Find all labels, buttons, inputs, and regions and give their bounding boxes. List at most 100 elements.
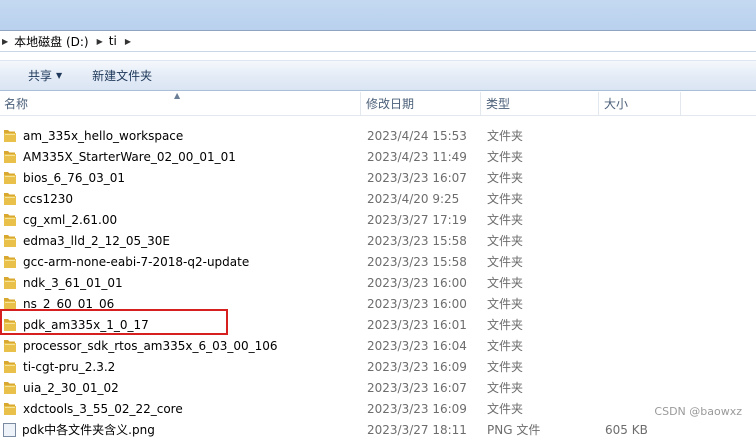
file-type: 文件夹 xyxy=(487,255,524,269)
column-header-modified-label: 修改日期 xyxy=(366,97,415,111)
column-header-row: ▲ 名称 修改日期 类型 大小 xyxy=(0,91,756,116)
file-modified-date: 2023/4/20 9:25 xyxy=(367,191,460,206)
file-type: 文件夹 xyxy=(487,129,524,143)
file-name-cell: xdctools_3_55_02_22_core xyxy=(3,401,183,416)
breadcrumb-item-drive[interactable]: 本地磁盘 (D:) xyxy=(14,33,88,50)
file-row[interactable]: edma3_lld_2_12_05_30E 2023/3/23 15:58 文件夹 xyxy=(0,230,756,251)
folder-icon xyxy=(4,235,16,247)
folder-icon xyxy=(4,256,16,268)
share-button[interactable]: 共享 ▼ xyxy=(0,67,76,84)
column-header-name[interactable]: ▲ 名称 xyxy=(0,91,361,116)
file-name-cell: bios_6_76_03_01 xyxy=(3,170,125,185)
file-modified-date: 2023/4/24 15:53 xyxy=(367,128,467,143)
folder-icon xyxy=(4,361,16,373)
new-folder-button[interactable]: 新建文件夹 xyxy=(76,67,166,84)
file-modified-date: 2023/3/23 15:58 xyxy=(367,254,467,269)
folder-icon xyxy=(4,340,16,352)
file-row[interactable]: AM335X_StarterWare_02_00_01_01 2023/4/23 … xyxy=(0,146,756,167)
file-name-cell: edma3_lld_2_12_05_30E xyxy=(3,233,170,248)
file-name-cell: cg_xml_2.61.00 xyxy=(3,212,117,227)
file-name-cell: uia_2_30_01_02 xyxy=(3,380,119,395)
file-row[interactable]: ndk_3_61_01_01 2023/3/23 16:00 文件夹 xyxy=(0,272,756,293)
file-modified-date: 2023/3/27 17:19 xyxy=(367,212,467,227)
folder-icon xyxy=(4,193,16,205)
file-name-cell: pdk_am335x_1_0_17 xyxy=(3,317,149,332)
file-name-cell: ndk_3_61_01_01 xyxy=(3,275,123,290)
file-name-cell: am_335x_hello_workspace xyxy=(3,128,183,143)
file-name: pdk中各文件夹含义.png xyxy=(22,423,155,437)
file-row[interactable]: ns_2_60_01_06 2023/3/23 16:00 文件夹 xyxy=(0,293,756,314)
column-header-type-label: 类型 xyxy=(486,97,511,111)
file-modified-date: 2023/3/23 16:00 xyxy=(367,275,467,290)
file-row[interactable]: gcc-arm-none-eabi-7-2018-q2-update 2023/3… xyxy=(0,251,756,272)
file-name: xdctools_3_55_02_22_core xyxy=(23,401,183,416)
breadcrumb-item-ti[interactable]: ti xyxy=(109,34,117,48)
share-button-label: 共享 xyxy=(28,69,53,83)
file-row[interactable]: pdk_am335x_1_0_17 2023/3/23 16:01 文件夹 xyxy=(0,314,756,335)
command-toolbar: 共享 ▼ 新建文件夹 xyxy=(0,60,756,91)
column-header-name-label: 名称 xyxy=(4,97,29,111)
file-type: 文件夹 xyxy=(487,150,524,164)
file-type: 文件夹 xyxy=(487,318,524,332)
file-name: gcc-arm-none-eabi-7-2018-q2-update xyxy=(23,254,250,269)
file-row[interactable]: ti-cgt-pru_2.3.2 2023/3/23 16:09 文件夹 xyxy=(0,356,756,377)
file-name: AM335X_StarterWare_02_00_01_01 xyxy=(23,149,236,164)
file-row[interactable]: pdk中各文件夹含义.png 2023/3/27 18:11 PNG 文件 605 K… xyxy=(0,419,756,440)
file-modified-date: 2023/3/23 16:09 xyxy=(367,401,467,416)
file-modified-date: 2023/4/23 11:49 xyxy=(367,149,467,164)
folder-icon xyxy=(4,130,16,142)
file-name: processor_sdk_rtos_am335x_6_03_00_106 xyxy=(23,338,278,353)
column-header-modified[interactable]: 修改日期 xyxy=(362,92,481,116)
file-type: 文件夹 xyxy=(487,171,524,185)
file-type: 文件夹 xyxy=(487,381,524,395)
folder-icon xyxy=(4,298,16,310)
watermark: CSDN @baowxz xyxy=(654,405,742,418)
file-modified-date: 2023/3/23 15:58 xyxy=(367,233,467,248)
folder-icon xyxy=(4,403,16,415)
file-modified-date: 2023/3/23 16:07 xyxy=(367,380,467,395)
file-name-cell: processor_sdk_rtos_am335x_6_03_00_106 xyxy=(3,338,278,353)
breadcrumb-arrow-icon[interactable]: ▶ xyxy=(125,37,131,46)
file-name: cg_xml_2.61.00 xyxy=(23,212,118,227)
file-modified-date: 2023/3/23 16:00 xyxy=(367,296,467,311)
address-bar[interactable]: ▶ 本地磁盘 (D:) ▶ ti ▶ xyxy=(0,30,756,52)
file-type: 文件夹 xyxy=(487,213,524,227)
folder-icon xyxy=(4,319,16,331)
file-row[interactable]: ccs1230 2023/4/20 9:25 文件夹 xyxy=(0,188,756,209)
file-type: 文件夹 xyxy=(487,297,524,311)
file-name-cell: gcc-arm-none-eabi-7-2018-q2-update xyxy=(3,254,249,269)
file-type: 文件夹 xyxy=(487,234,524,248)
file-name-cell: ccs1230 xyxy=(3,191,73,206)
file-row[interactable]: bios_6_76_03_01 2023/3/23 16:07 文件夹 xyxy=(0,167,756,188)
file-modified-date: 2023/3/23 16:09 xyxy=(367,359,467,374)
file-row[interactable]: xdctools_3_55_02_22_core 2023/3/23 16:09 文… xyxy=(0,398,756,419)
sort-ascending-icon: ▲ xyxy=(174,91,181,100)
file-modified-date: 2023/3/23 16:01 xyxy=(367,317,467,332)
file-row[interactable]: am_335x_hello_workspace 2023/4/24 15:53 文件… xyxy=(0,125,756,146)
folder-icon xyxy=(4,151,16,163)
file-type: 文件夹 xyxy=(487,192,524,206)
folder-icon xyxy=(4,172,16,184)
breadcrumb-arrow-icon[interactable]: ▶ xyxy=(97,37,103,46)
file-type: 文件夹 xyxy=(487,402,524,416)
file-name: ndk_3_61_01_01 xyxy=(23,275,123,290)
folder-icon xyxy=(4,214,16,226)
file-name: ti-cgt-pru_2.3.2 xyxy=(23,359,116,374)
file-row[interactable]: processor_sdk_rtos_am335x_6_03_00_106 202… xyxy=(0,335,756,356)
file-type: 文件夹 xyxy=(487,276,524,290)
breadcrumb-root-arrow-icon[interactable]: ▶ xyxy=(2,37,8,46)
file-modified-date: 2023/3/27 18:11 xyxy=(367,422,467,437)
file-modified-date: 2023/3/23 16:07 xyxy=(367,170,467,185)
file-name: pdk_am335x_1_0_17 xyxy=(23,317,149,332)
file-name: ns_2_60_01_06 xyxy=(23,296,115,311)
file-type: PNG 文件 xyxy=(487,423,541,437)
folder-icon xyxy=(4,277,16,289)
file-type: 文件夹 xyxy=(487,360,524,374)
file-row[interactable]: cg_xml_2.61.00 2023/3/27 17:19 文件夹 xyxy=(0,209,756,230)
column-header-size[interactable]: 大小 xyxy=(600,92,681,116)
file-size: 605 KB xyxy=(605,422,648,437)
new-folder-button-label: 新建文件夹 xyxy=(92,69,153,83)
file-name: ccs1230 xyxy=(23,191,73,206)
file-row[interactable]: uia_2_30_01_02 2023/3/23 16:07 文件夹 xyxy=(0,377,756,398)
column-header-type[interactable]: 类型 xyxy=(482,92,599,116)
